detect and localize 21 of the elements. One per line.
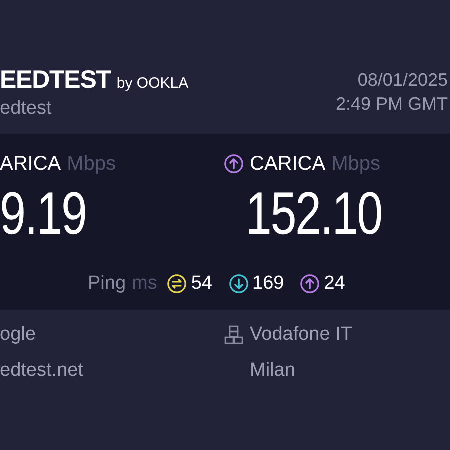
test-date: 08/01/2025	[358, 69, 448, 92]
provider-subtitle: edtest	[0, 97, 53, 121]
test-time: 2:49 PM GMT	[336, 93, 448, 116]
ping-value: 169	[252, 272, 284, 296]
ping-value: 24	[324, 272, 346, 296]
server-icon	[224, 325, 244, 345]
brand-suffix: by OOKLA	[116, 74, 189, 94]
result-label: CARICA	[250, 152, 326, 177]
ping-value: 54	[191, 272, 212, 296]
unit-label: Mbps	[67, 152, 116, 177]
isp-host: edtest.net	[0, 359, 84, 383]
ping-unit: ms	[132, 272, 158, 296]
server-city: Milan	[249, 359, 296, 383]
speed-value: 152.10	[244, 179, 383, 249]
speed-value: 9.19	[0, 179, 88, 249]
ping-label: Ping	[88, 272, 126, 296]
brand-logo-text: EEDTEST	[0, 65, 111, 96]
result-label: ARICA	[0, 152, 62, 177]
isp-name: ogle	[0, 323, 37, 347]
unit-label: Mbps	[332, 152, 380, 177]
server-name: Vodafone IT	[250, 323, 352, 347]
